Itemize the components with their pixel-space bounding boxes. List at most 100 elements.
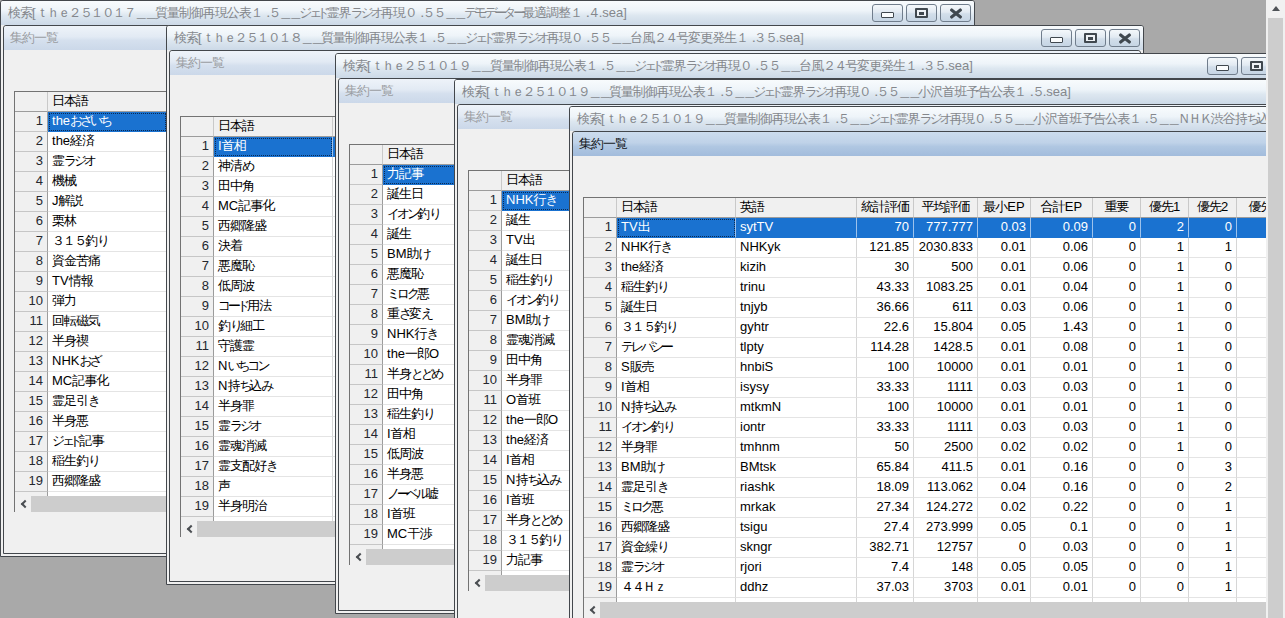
window-the251019-c[interactable]: 検索[ｔｈｅ２５１０１９＿＿質量制御再現公表１．５＿＿ジェド霊界ラジオ再現０．５… <box>569 106 1285 618</box>
table-cell[interactable]: 0 <box>1093 518 1141 538</box>
table-cell[interactable]: 2500 <box>914 438 978 458</box>
grid-corner-cell[interactable] <box>15 92 48 112</box>
table-cell[interactable]: イオン釣り <box>617 418 736 438</box>
row-number-cell[interactable]: 12 <box>469 411 502 431</box>
table-cell[interactable]: 50 <box>857 438 914 458</box>
table-cell[interactable]: 1 <box>1141 258 1189 278</box>
row-number-cell[interactable]: 19 <box>469 551 502 571</box>
table-row[interactable]: 3the経済kizih305000.010.06010 <box>584 258 1285 278</box>
row-number-cell[interactable]: 19 <box>584 578 617 598</box>
table-cell[interactable]: 0 <box>1189 318 1237 338</box>
row-number-cell[interactable]: 2 <box>15 132 48 152</box>
row-number-cell[interactable]: 5 <box>15 192 48 212</box>
table-cell[interactable]: 1 <box>1189 498 1237 518</box>
table-cell[interactable]: 0 <box>978 538 1031 558</box>
table-cell[interactable]: 1111 <box>914 378 978 398</box>
table-cell[interactable]: 0.05 <box>1031 558 1093 578</box>
row-number-cell[interactable]: 1 <box>15 112 48 132</box>
table-cell[interactable]: 1 <box>1141 338 1189 358</box>
row-number-cell[interactable]: 8 <box>15 252 48 272</box>
table-cell[interactable]: 西郷隆盛 <box>48 472 167 492</box>
table-cell[interactable]: 124.272 <box>914 498 978 518</box>
table-row[interactable]: 4稲生釣りtrinu43.331083.250.010.04010 <box>584 278 1285 298</box>
table-cell[interactable]: 777.777 <box>914 218 978 238</box>
row-number-cell[interactable]: 16 <box>15 412 48 432</box>
window-titlebar[interactable]: 検索[ｔｈｅ２５１０１７＿＿質量制御再現公表１．５＿＿ジェド霊界ラジオ再現０．５… <box>1 1 974 25</box>
row-number-cell[interactable]: 4 <box>181 197 214 217</box>
table-row[interactable]: 6３１５釣りgyhtr22.615.8040.051.43010 <box>584 318 1285 338</box>
table-cell[interactable]: 0.01 <box>978 358 1031 378</box>
table-cell[interactable]: 0.01 <box>1031 578 1093 598</box>
table-cell[interactable]: 0 <box>1093 298 1141 318</box>
table-cell[interactable]: trinu <box>736 278 857 298</box>
table-row[interactable]: 14霊足引きriashk18.09113.0620.040.16002 <box>584 478 1285 498</box>
table-cell[interactable]: 0 <box>1093 318 1141 338</box>
table-cell[interactable]: 30 <box>857 258 914 278</box>
table-cell[interactable]: TV出 <box>617 218 736 238</box>
table-cell[interactable]: iontr <box>736 418 857 438</box>
table-cell[interactable]: NHK行き <box>617 238 736 258</box>
row-number-cell[interactable]: 11 <box>181 337 214 357</box>
table-cell[interactable]: 稲生釣り <box>617 278 736 298</box>
vertical-scrollbar[interactable] <box>1266 0 1285 618</box>
row-number-cell[interactable]: 12 <box>350 385 383 405</box>
table-cell[interactable]: 0 <box>1141 518 1189 538</box>
table-cell[interactable]: 田中角 <box>214 177 333 197</box>
table-cell[interactable]: 18.09 <box>857 478 914 498</box>
row-number-cell[interactable]: 3 <box>350 205 383 225</box>
table-cell[interactable]: 1 <box>1141 358 1189 378</box>
window-titlebar[interactable]: 検索[ｔｈｅ２５１０１８＿＿質量制御再現公表１．５＿＿ジェド霊界ラジオ再現０．５… <box>167 26 1143 50</box>
table-cell[interactable]: I首相 <box>214 137 333 157</box>
table-cell[interactable]: BM助け <box>617 458 736 478</box>
column-header[interactable]: 平均評価 <box>914 198 978 218</box>
row-number-cell[interactable]: 3 <box>469 231 502 251</box>
table-cell[interactable]: 霊足引き <box>48 392 167 412</box>
table-cell[interactable]: 1 <box>1189 518 1237 538</box>
table-cell[interactable]: 0 <box>1093 538 1141 558</box>
table-cell[interactable]: 1 <box>1189 578 1237 598</box>
table-cell[interactable]: 資金繰り <box>617 538 736 558</box>
row-number-cell[interactable]: 5 <box>181 217 214 237</box>
table-cell[interactable]: 栗林 <box>48 212 167 232</box>
close-button[interactable] <box>1109 29 1140 47</box>
table-cell[interactable]: 100 <box>857 398 914 418</box>
table-cell[interactable]: 0.09 <box>1031 218 1093 238</box>
row-number-cell[interactable]: 2 <box>469 211 502 231</box>
table-cell[interactable]: 0 <box>1141 558 1189 578</box>
table-cell[interactable]: 霊ラジオ <box>617 558 736 578</box>
window-titlebar[interactable]: 検索[ｔｈｅ２５１０１９＿＿質量制御再現公表１．５＿＿ジェド霊界ラジオ再現０．５… <box>455 80 1285 104</box>
scroll-left-button[interactable] <box>181 521 197 537</box>
table-cell[interactable]: tnjyb <box>736 298 857 318</box>
row-number-cell[interactable]: 2 <box>181 157 214 177</box>
table-row[interactable]: 17資金繰りskngr382.711275700.03001 <box>584 538 1285 558</box>
table-row[interactable]: 2NHK行きNHKyk121.852030.8330.010.06011 <box>584 238 1285 258</box>
table-cell[interactable]: 0.03 <box>978 298 1031 318</box>
table-cell[interactable]: 霊足引き <box>617 478 736 498</box>
table-cell[interactable]: 33.33 <box>857 418 914 438</box>
table-cell[interactable]: 霊ラジオ <box>48 152 167 172</box>
table-row[interactable]: 18霊ラジオrjori7.41480.050.05001 <box>584 558 1285 578</box>
table-cell[interactable]: 0.03 <box>978 418 1031 438</box>
table-cell[interactable]: 0.06 <box>1031 298 1093 318</box>
table-cell[interactable]: 0.03 <box>1031 538 1093 558</box>
row-number-cell[interactable]: 18 <box>15 452 48 472</box>
row-number-cell[interactable]: 12 <box>181 357 214 377</box>
table-cell[interactable]: 0.22 <box>1031 498 1093 518</box>
panel-titlebar[interactable]: 集約一覧 <box>573 132 1285 156</box>
table-cell[interactable]: 0.01 <box>978 398 1031 418</box>
table-cell[interactable]: 15.804 <box>914 318 978 338</box>
row-number-cell[interactable]: 8 <box>181 277 214 297</box>
row-number-cell[interactable]: 6 <box>469 291 502 311</box>
table-cell[interactable]: TV情報 <box>48 272 167 292</box>
row-number-cell[interactable]: 6 <box>350 265 383 285</box>
table-row[interactable]: 12半身罪tmhnm5025000.020.02010 <box>584 438 1285 458</box>
table-cell[interactable]: 西郷隆盛 <box>617 518 736 538</box>
table-cell[interactable]: NHKおざ <box>48 352 167 372</box>
table-cell[interactable]: 0 <box>1093 218 1141 238</box>
table-cell[interactable]: 1 <box>1141 378 1189 398</box>
table-cell[interactable]: 0 <box>1189 278 1237 298</box>
table-cell[interactable]: 1 <box>1141 238 1189 258</box>
table-cell[interactable]: 1 <box>1189 538 1237 558</box>
row-number-cell[interactable]: 18 <box>584 558 617 578</box>
row-number-cell[interactable]: 1 <box>350 165 383 185</box>
